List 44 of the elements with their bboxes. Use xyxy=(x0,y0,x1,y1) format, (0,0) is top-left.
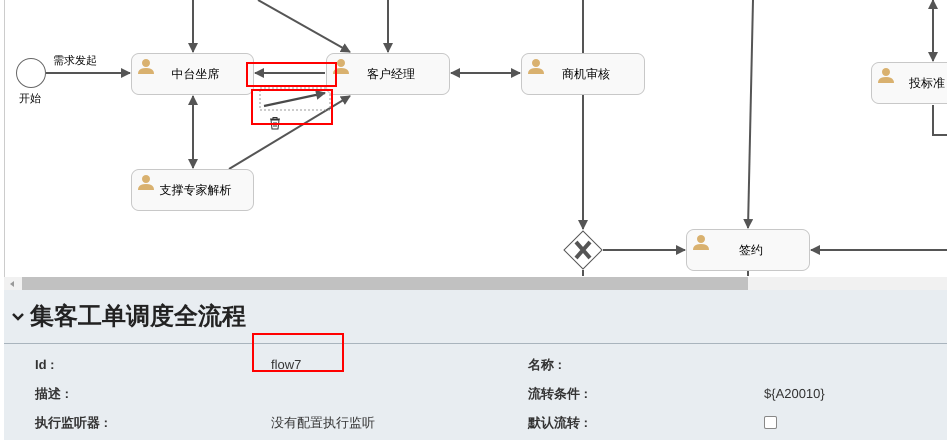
double-arrow[interactable] xyxy=(188,95,198,169)
flow-arrow[interactable] xyxy=(603,245,686,255)
field-value: ${A20010} xyxy=(764,384,825,403)
task-node[interactable]: 签约 xyxy=(686,229,810,271)
person-icon xyxy=(333,58,349,74)
flow-arrow[interactable] xyxy=(254,68,325,78)
person-icon xyxy=(693,234,709,250)
field-value: 没有配置执行监听 xyxy=(271,414,375,432)
trash-icon[interactable] xyxy=(270,117,280,130)
selection-frame xyxy=(260,88,330,110)
flow-arrow[interactable] xyxy=(578,95,588,230)
double-arrow[interactable] xyxy=(928,0,938,62)
flow-arrow[interactable] xyxy=(810,245,947,255)
panel-title: 集客工单调度全流程 xyxy=(30,302,246,332)
exclusive-gateway[interactable] xyxy=(563,230,603,270)
person-icon xyxy=(528,58,544,74)
double-arrow[interactable] xyxy=(450,68,521,78)
flow-label: 需求发起 xyxy=(53,54,97,69)
task-node[interactable]: 支撑专家解析 xyxy=(131,169,254,211)
task-node[interactable]: 商机审核 xyxy=(521,53,645,95)
field-value: flow7 xyxy=(271,356,302,374)
flow-arrow[interactable] xyxy=(383,0,393,53)
flow-arrow[interactable] xyxy=(743,0,754,229)
field-label: 流转条件 : xyxy=(528,384,588,403)
flow-arrow[interactable] xyxy=(264,90,326,108)
task-node[interactable]: 客户经理 xyxy=(326,53,450,95)
chevron-down-icon[interactable] xyxy=(12,312,24,322)
field-label: 默认流转 : xyxy=(528,414,588,432)
field-label: 描述 : xyxy=(35,384,69,403)
start-label: 开始 xyxy=(19,92,41,107)
task-node[interactable]: 投标准 xyxy=(871,62,947,104)
field-label: Id : xyxy=(35,356,54,374)
checkbox[interactable] xyxy=(764,416,777,429)
field-label: 执行监听器 : xyxy=(35,414,108,432)
task-node[interactable]: 中台坐席 xyxy=(131,53,254,95)
field-label: 名称 : xyxy=(528,356,562,374)
person-icon xyxy=(138,58,154,74)
start-event[interactable] xyxy=(16,58,46,88)
flow-arrow[interactable] xyxy=(46,68,131,78)
flow-arrow[interactable] xyxy=(228,95,351,170)
person-icon xyxy=(138,174,154,190)
flow-arrow[interactable] xyxy=(188,0,198,53)
flow-arrow[interactable] xyxy=(258,0,351,53)
person-icon xyxy=(878,67,894,83)
